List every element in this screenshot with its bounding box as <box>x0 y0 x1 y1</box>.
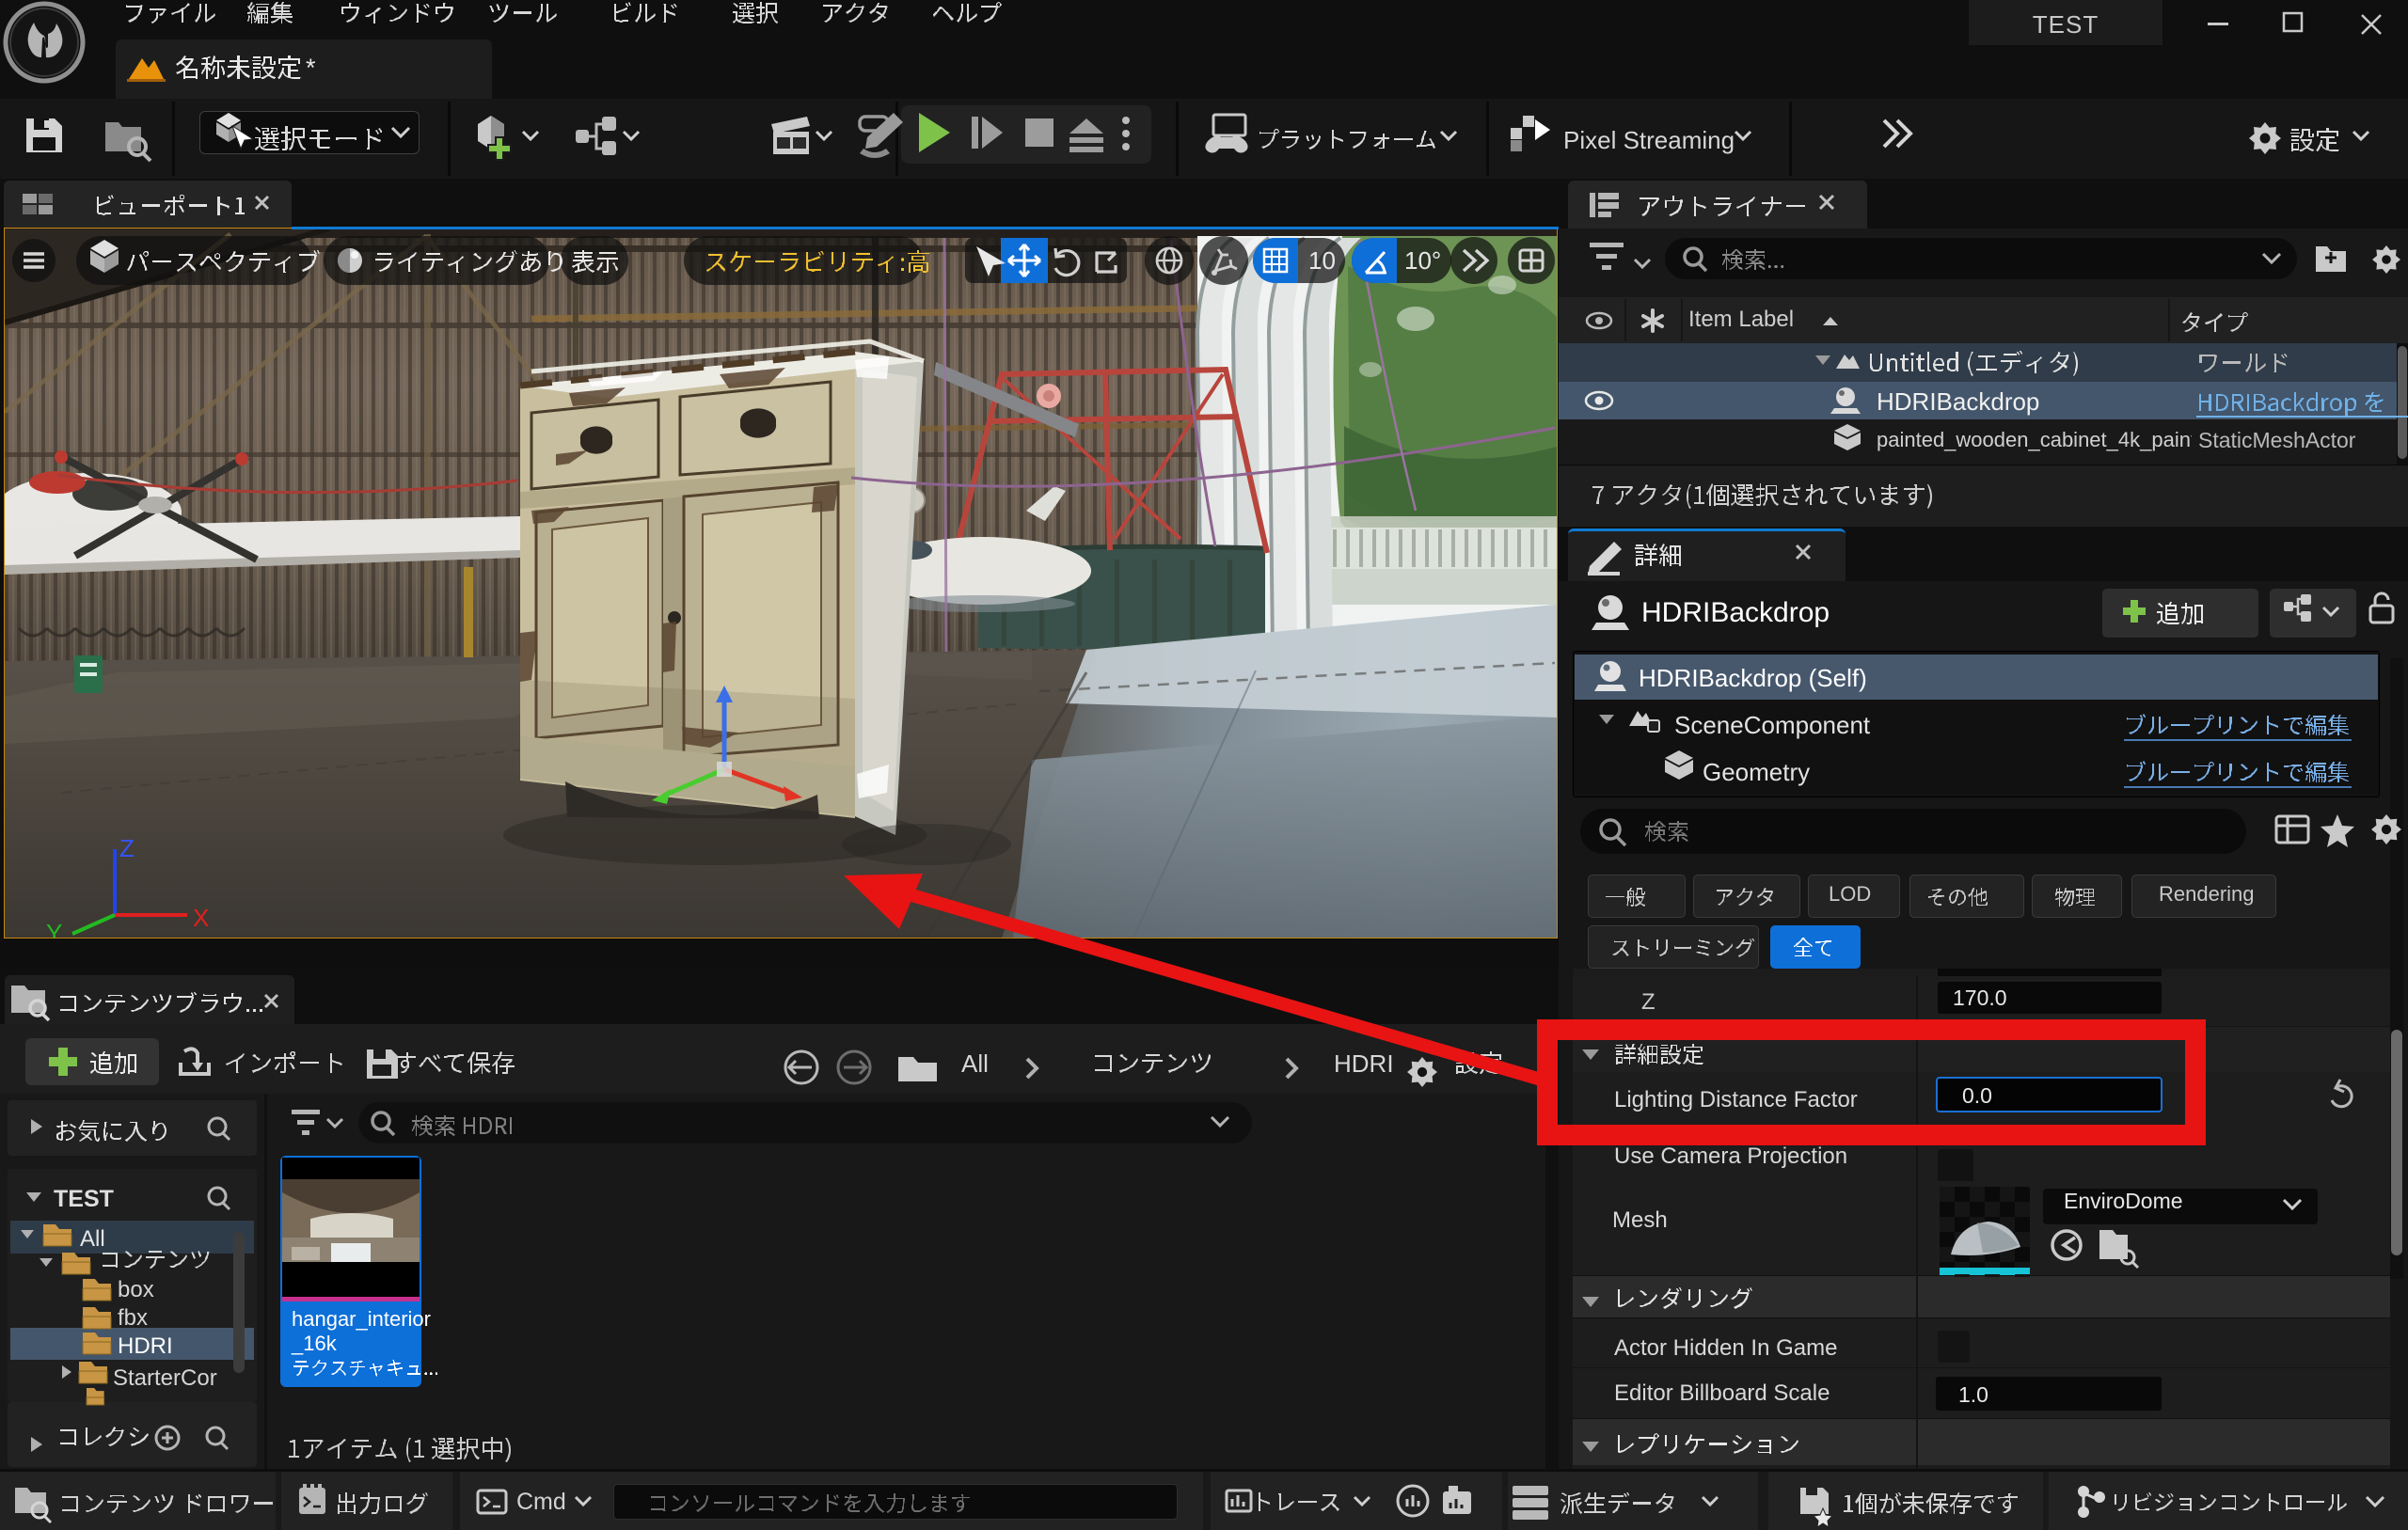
svg-text:Y: Y <box>46 919 62 938</box>
svg-text:X: X <box>193 904 209 932</box>
svg-text:Z: Z <box>119 834 135 862</box>
